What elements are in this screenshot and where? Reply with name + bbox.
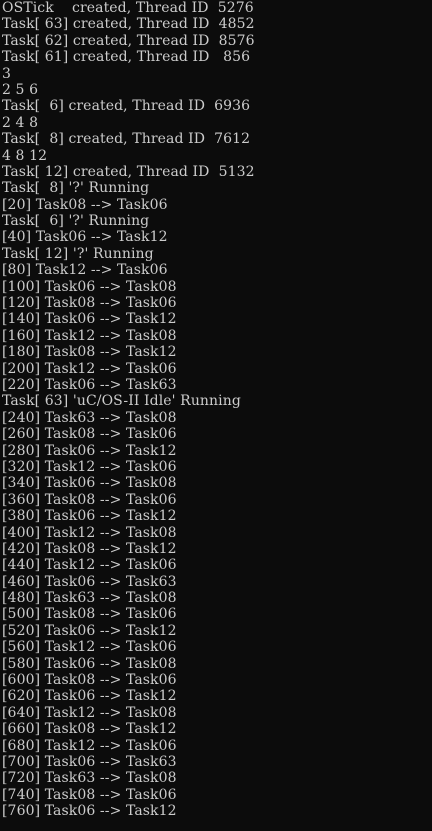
console-line: [720] Task63 --> Task08 [2, 770, 177, 787]
console-line: [420] Task08 --> Task12 [2, 540, 177, 557]
console-line: [660] Task08 --> Task12 [2, 721, 177, 738]
console-line: [100] Task06 --> Task08 [2, 278, 177, 295]
console-line: [600] Task08 --> Task06 [2, 672, 177, 689]
console-line: OSTick created, Thread ID 5276 [2, 0, 254, 16]
console-line: Task[ 6] created, Thread ID 6936 [2, 98, 251, 115]
console-line: [640] Task12 --> Task08 [2, 704, 177, 721]
console-line: Task[ 8] created, Thread ID 7612 [2, 131, 251, 148]
console-line: [560] Task12 --> Task06 [2, 639, 177, 656]
console-line: [760] Task06 --> Task12 [2, 803, 177, 820]
console-line: [80] Task12 --> Task06 [2, 262, 168, 279]
console-line: 3 [2, 65, 12, 82]
console-line: Task[ 12] created, Thread ID 5132 [2, 163, 255, 180]
console-line: [20] Task08 --> Task06 [2, 196, 168, 213]
console-lines: OSTick created, Thread ID 5276 Task[ 63]… [2, 0, 255, 820]
console-line: [500] Task08 --> Task06 [2, 606, 177, 623]
console-line: [200] Task12 --> Task06 [2, 360, 177, 377]
console-line: [360] Task08 --> Task06 [2, 491, 177, 508]
console-line: 2 4 8 [2, 114, 39, 131]
console-line: Task[ 12] '?' Running [2, 245, 154, 262]
console-line: Task[ 63] 'uC/OS-II Idle' Running [2, 393, 241, 410]
console-line: 2 5 6 [2, 81, 39, 98]
left-edge [0, 0, 2, 831]
console-line: Task[ 63] created, Thread ID 4852 [2, 16, 255, 33]
console-line: [140] Task06 --> Task12 [2, 311, 177, 328]
console-line: [480] Task63 --> Task08 [2, 590, 177, 607]
console-line: Task[ 6] '?' Running [2, 213, 150, 230]
console-line: [740] Task08 --> Task06 [2, 786, 177, 803]
console-output[interactable]: OSTick created, Thread ID 5276 Task[ 63]… [0, 0, 432, 831]
console-line: [680] Task12 --> Task06 [2, 737, 177, 754]
console-line: [340] Task06 --> Task08 [2, 475, 177, 492]
console-line: [620] Task06 --> Task12 [2, 688, 177, 705]
console-line: Task[ 8] '?' Running [2, 180, 150, 197]
console-line: [400] Task12 --> Task08 [2, 524, 177, 541]
console-line: [320] Task12 --> Task06 [2, 458, 177, 475]
console-line: [160] Task12 --> Task08 [2, 327, 177, 344]
console-line: [520] Task06 --> Task12 [2, 622, 177, 639]
console-line: Task[ 61] created, Thread ID 856 [2, 49, 251, 66]
console-line: [220] Task06 --> Task63 [2, 376, 177, 393]
console-line: [380] Task06 --> Task12 [2, 508, 177, 525]
console-line: 4 8 12 [2, 147, 48, 164]
console-line: Task[ 62] created, Thread ID 8576 [2, 32, 255, 49]
console-line: [240] Task63 --> Task08 [2, 409, 177, 426]
console-line: [280] Task06 --> Task12 [2, 442, 177, 459]
console-line: [120] Task08 --> Task06 [2, 295, 177, 312]
console-line: [700] Task06 --> Task63 [2, 753, 177, 770]
console-line: [40] Task06 --> Task12 [2, 229, 168, 246]
console-line: [260] Task08 --> Task06 [2, 426, 177, 443]
console-line: [580] Task06 --> Task08 [2, 655, 177, 672]
console-line: [180] Task08 --> Task12 [2, 344, 177, 361]
console-line: [460] Task06 --> Task63 [2, 573, 177, 590]
console-line: [440] Task12 --> Task06 [2, 557, 177, 574]
